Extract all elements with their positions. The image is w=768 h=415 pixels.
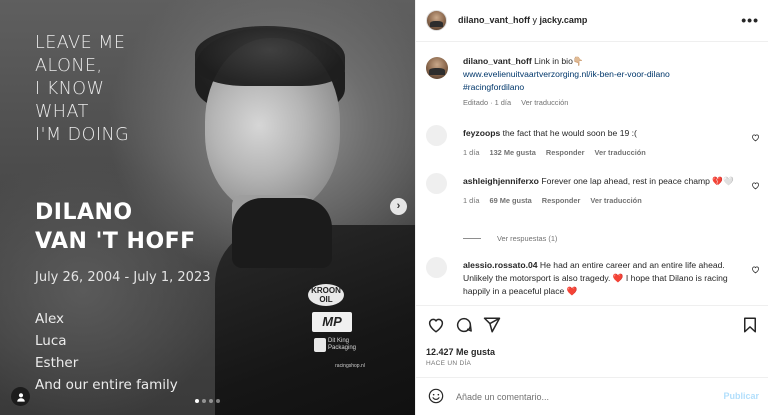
photo-hair-top	[195, 26, 345, 86]
more-horizontal-icon[interactable]: •••	[741, 12, 759, 28]
comment-avatar[interactable]	[426, 257, 447, 278]
quote-line: ALONE,	[35, 56, 103, 76]
family-line: Esther	[35, 355, 79, 371]
name-line: DILANO	[35, 200, 133, 225]
post-sidebar: dilano_vant_hoff y jacky.camp ••• dilano…	[415, 0, 768, 415]
post-header: dilano_vant_hoff y jacky.camp •••	[416, 0, 768, 42]
share-icon[interactable]	[483, 316, 501, 334]
carousel-dot	[195, 399, 199, 403]
caption-hashtag[interactable]: #racingfordilano	[463, 81, 763, 94]
sponsor-site: racingshop.nl	[335, 363, 365, 369]
memorial-name: DILANO VAN 'T HOFF	[35, 198, 196, 256]
comment-likes[interactable]: 132 Me gusta	[489, 146, 535, 159]
sponsor-dk-logo	[314, 338, 326, 352]
comment-text: Forever one lap ahead, rest in peace cha…	[541, 176, 734, 186]
heart-icon[interactable]	[751, 265, 760, 274]
carousel-next-button[interactable]: ›	[390, 198, 407, 215]
comment-translate-link[interactable]: Ver traducción	[590, 194, 641, 207]
quote-line: LEAVE ME	[35, 33, 126, 53]
carousel-dot	[216, 399, 220, 403]
view-replies-button[interactable]: Ver respuestas (1)	[463, 234, 557, 243]
comment-composer: Publicar	[416, 377, 768, 415]
post-timestamp: HACE UN DÍA	[426, 360, 472, 367]
author-avatar[interactable]	[426, 10, 447, 31]
quote-line: WHAT	[35, 102, 89, 122]
comment-avatar[interactable]	[426, 173, 447, 194]
caption-username[interactable]: dilano_vant_hoff	[463, 56, 532, 66]
save-bookmark-icon[interactable]	[742, 316, 758, 334]
authors-joiner: y	[530, 15, 540, 25]
emoji-icon[interactable]	[428, 388, 444, 404]
memorial-dates: July 26, 2004 - July 1, 2023	[35, 270, 211, 285]
carousel-dot	[202, 399, 206, 403]
user-icon	[16, 392, 25, 402]
collab-username[interactable]: jacky.camp	[540, 15, 588, 25]
comment-time: 1 día	[463, 148, 480, 157]
caption-text: Link in bio👇🏼	[534, 56, 584, 66]
comment-translate-link[interactable]: Ver traducción	[594, 146, 645, 159]
carousel-dots	[195, 399, 220, 403]
comment-text: the fact that he would soon be 19 :(	[502, 128, 637, 138]
view-replies-label: Ver respuestas (1)	[497, 234, 558, 243]
likes-count[interactable]: 12.427 Me gusta	[426, 347, 495, 357]
family-line: And our entire family	[35, 377, 178, 393]
caption-translate-link[interactable]: Ver traducción	[521, 96, 568, 109]
comment-username[interactable]: ashleighjenniferxo	[463, 176, 539, 186]
action-bar	[416, 305, 768, 346]
comment-input[interactable]	[456, 389, 706, 405]
comment-avatar[interactable]	[426, 125, 447, 146]
heart-icon[interactable]	[751, 133, 760, 142]
caption-edited: Editado · 1 día	[463, 98, 512, 107]
sponsor-dk: Dit King Packaging	[328, 338, 357, 351]
family-line: Luca	[35, 333, 67, 349]
quote-line: I'M DOING	[35, 125, 130, 145]
comment-time: 1 día	[463, 196, 480, 205]
memorial-quote: LEAVE ME ALONE, I KNOW WHAT I'M DOING	[35, 32, 129, 147]
comment-username[interactable]: alessio.rossato.04	[463, 260, 538, 270]
comment-username[interactable]: feyzoops	[463, 128, 500, 138]
post-image[interactable]: KROON OIL MP Dit King Packaging racingsh…	[0, 0, 415, 415]
family-line: Alex	[35, 311, 65, 327]
publish-button[interactable]: Publicar	[723, 391, 759, 401]
heart-icon[interactable]	[751, 181, 760, 190]
photo-collar	[232, 198, 332, 268]
caption-avatar[interactable]	[426, 57, 448, 79]
memorial-family: Alex Luca Esther And our entire family	[35, 308, 178, 396]
comment-icon[interactable]	[455, 316, 473, 334]
comment-likes[interactable]: 69 Me gusta	[489, 194, 531, 207]
carousel-dot	[209, 399, 213, 403]
name-line: VAN 'T HOFF	[35, 229, 196, 254]
quote-line: I KNOW	[35, 79, 105, 99]
comment-reply-button[interactable]: Responder	[542, 194, 581, 207]
caption-link[interactable]: www.evelienuitvaartverzorging.nl/ik-ben-…	[463, 68, 763, 81]
comment-reply-button[interactable]: Responder	[546, 146, 585, 159]
like-heart-icon[interactable]	[427, 316, 445, 334]
chevron-right-icon: ›	[396, 200, 401, 212]
replies-divider	[463, 238, 481, 239]
author-username[interactable]: dilano_vant_hoff	[458, 15, 530, 25]
post-authors: dilano_vant_hoff y jacky.camp	[458, 15, 587, 25]
sponsor-mp: MP	[312, 312, 352, 332]
sponsor-kroon-oil: KROON OIL	[308, 284, 344, 306]
tagged-users-button[interactable]	[11, 387, 30, 406]
